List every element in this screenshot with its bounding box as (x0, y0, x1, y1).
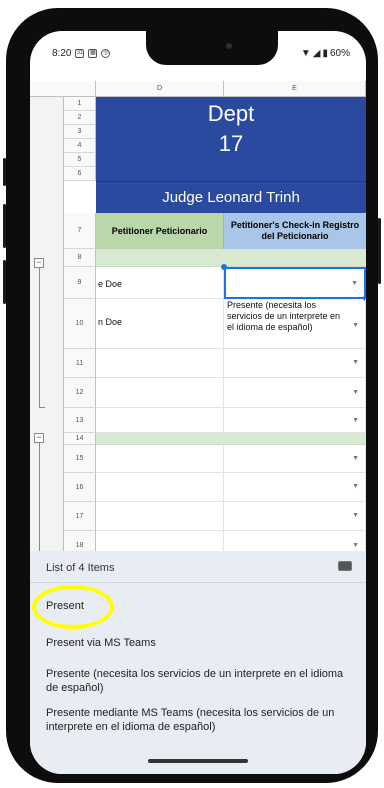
dropdown-arrow-icon[interactable]: ▼ (352, 512, 359, 519)
picker-option-present-teams[interactable]: Present via MS Teams (46, 636, 352, 650)
row-number[interactable]: 15 (64, 445, 96, 473)
row-number[interactable]: 11 (64, 349, 96, 378)
checkin-cell[interactable]: ▼ (224, 502, 366, 531)
group-separator-row[interactable] (96, 433, 366, 445)
column-header-d[interactable]: D (96, 81, 224, 97)
status-time-group: 8:20 31 ▦ ◎ (52, 48, 111, 59)
group-gutter (30, 97, 64, 551)
petitioner-name-cell[interactable] (96, 502, 224, 531)
header-checkin[interactable]: Petitioner's Check-in Registro del Petic… (224, 213, 366, 249)
checkin-cell-selected[interactable]: ▼ (224, 267, 366, 299)
petitioner-name-cell[interactable] (96, 378, 224, 408)
mute-switch (3, 158, 6, 186)
dept-title-cell[interactable]: Dept 17 (96, 97, 366, 181)
volume-down-button (3, 260, 6, 304)
checkin-cell[interactable]: ▼ (224, 445, 366, 473)
collapse-group-icon[interactable]: − (34, 258, 44, 268)
picker-option-present[interactable]: Present (32, 585, 352, 629)
judge-cell[interactable]: Judge Leonard Trinh (96, 181, 366, 213)
checkin-value: Presente (necesita los servicios de un i… (227, 300, 341, 332)
row-number[interactable]: 5 (64, 153, 96, 167)
checkin-cell[interactable]: ▼ (224, 378, 366, 408)
row-number[interactable]: 14 (64, 433, 96, 445)
petitioner-name-cell[interactable] (96, 473, 224, 502)
row-number[interactable]: 8 (64, 249, 96, 267)
row-number[interactable]: 10 (64, 299, 96, 349)
row-number[interactable]: 17 (64, 502, 96, 531)
dropdown-arrow-icon[interactable]: ▼ (351, 280, 358, 287)
signal-icon: ◢ (312, 48, 321, 59)
camera-icon (226, 43, 232, 49)
keyboard-icon[interactable] (338, 561, 352, 571)
row-number[interactable]: 7 (64, 213, 96, 249)
dropdown-arrow-icon[interactable]: ▼ (352, 483, 359, 490)
dropdown-arrow-icon[interactable]: ▼ (352, 320, 359, 331)
picker-header: List of 4 Items (30, 551, 366, 583)
dropdown-arrow-icon[interactable]: ▼ (352, 417, 359, 424)
checkin-cell[interactable]: Presente (necesita los servicios de un i… (224, 299, 366, 349)
picker-option-presente-interprete[interactable]: Presente (necesita los servicios de un i… (46, 667, 352, 695)
notch (146, 31, 278, 65)
petitioner-name-cell[interactable]: e Doe (96, 267, 224, 299)
dept-title: Dept (207, 101, 255, 126)
petitioner-name-cell[interactable] (96, 531, 224, 551)
battery-level: 60% (329, 48, 350, 59)
row-number[interactable]: 1 (64, 97, 96, 111)
group-separator-row[interactable] (96, 249, 366, 267)
photos-icon: ▦ (88, 49, 98, 58)
calendar-icon: 31 (75, 49, 85, 58)
wifi-icon: ▼ (300, 48, 311, 59)
highlight-circle (32, 585, 114, 629)
row-number[interactable]: 18 (64, 531, 96, 551)
row-number[interactable]: 13 (64, 408, 96, 433)
row-number[interactable]: 3 (64, 125, 96, 139)
checkin-cell[interactable]: ▼ (224, 408, 366, 433)
picker-option-presente-teams-interprete[interactable]: Presente mediante MS Teams (necesita los… (46, 706, 352, 734)
dropdown-arrow-icon[interactable]: ▼ (352, 455, 359, 462)
petitioner-name-cell[interactable] (96, 445, 224, 473)
row-number[interactable]: 4 (64, 139, 96, 153)
status-right: ▼ ◢ ▮ 60% (301, 48, 350, 59)
petitioner-name-cell[interactable] (96, 349, 224, 378)
selection-handle[interactable] (221, 264, 227, 270)
checkin-cell[interactable]: ▼ (224, 473, 366, 502)
checkin-cell[interactable]: ▼ (224, 531, 366, 551)
row-number[interactable]: 12 (64, 378, 96, 408)
row-number[interactable]: 2 (64, 111, 96, 125)
group-line (39, 443, 40, 551)
power-button (378, 218, 381, 284)
dept-number: 17 (218, 131, 244, 156)
group-line (39, 268, 40, 407)
petitioner-name-cell[interactable] (96, 408, 224, 433)
status-time: 8:20 (52, 48, 72, 59)
row-number[interactable]: 9 (64, 267, 96, 299)
petitioner-name-cell[interactable]: n Doe (96, 299, 224, 349)
dropdown-picker: List of 4 Items Present Present via MS T… (30, 551, 366, 774)
row-number[interactable]: 6 (64, 167, 96, 181)
row-number[interactable]: 16 (64, 473, 96, 502)
header-petitioner[interactable]: Petitioner Peticionario (96, 213, 224, 249)
corner-cell[interactable] (30, 81, 96, 97)
dropdown-arrow-icon[interactable]: ▼ (352, 389, 359, 396)
dropdown-arrow-icon[interactable]: ▼ (352, 542, 359, 549)
spreadsheet[interactable]: D E − − 1 2 3 4 5 6 7 8 9 10 11 12 13 14… (30, 81, 366, 551)
notification-icon: ◎ (101, 49, 111, 58)
picker-title: List of 4 Items (46, 562, 115, 574)
group-line-end (39, 407, 45, 408)
checkin-cell[interactable]: ▼ (224, 349, 366, 378)
column-header-e[interactable]: E (224, 81, 366, 97)
phone-frame: 8:20 31 ▦ ◎ ▼ ◢ ▮ 60% D E − − 1 2 3 4 5 … (3, 8, 381, 783)
collapse-group-icon[interactable]: − (34, 433, 44, 443)
volume-up-button (3, 204, 6, 248)
battery-icon: ▮ (322, 48, 328, 59)
dropdown-arrow-icon[interactable]: ▼ (352, 359, 359, 366)
phone-screen: 8:20 31 ▦ ◎ ▼ ◢ ▮ 60% D E − − 1 2 3 4 5 … (30, 31, 366, 774)
home-indicator[interactable] (148, 759, 248, 763)
